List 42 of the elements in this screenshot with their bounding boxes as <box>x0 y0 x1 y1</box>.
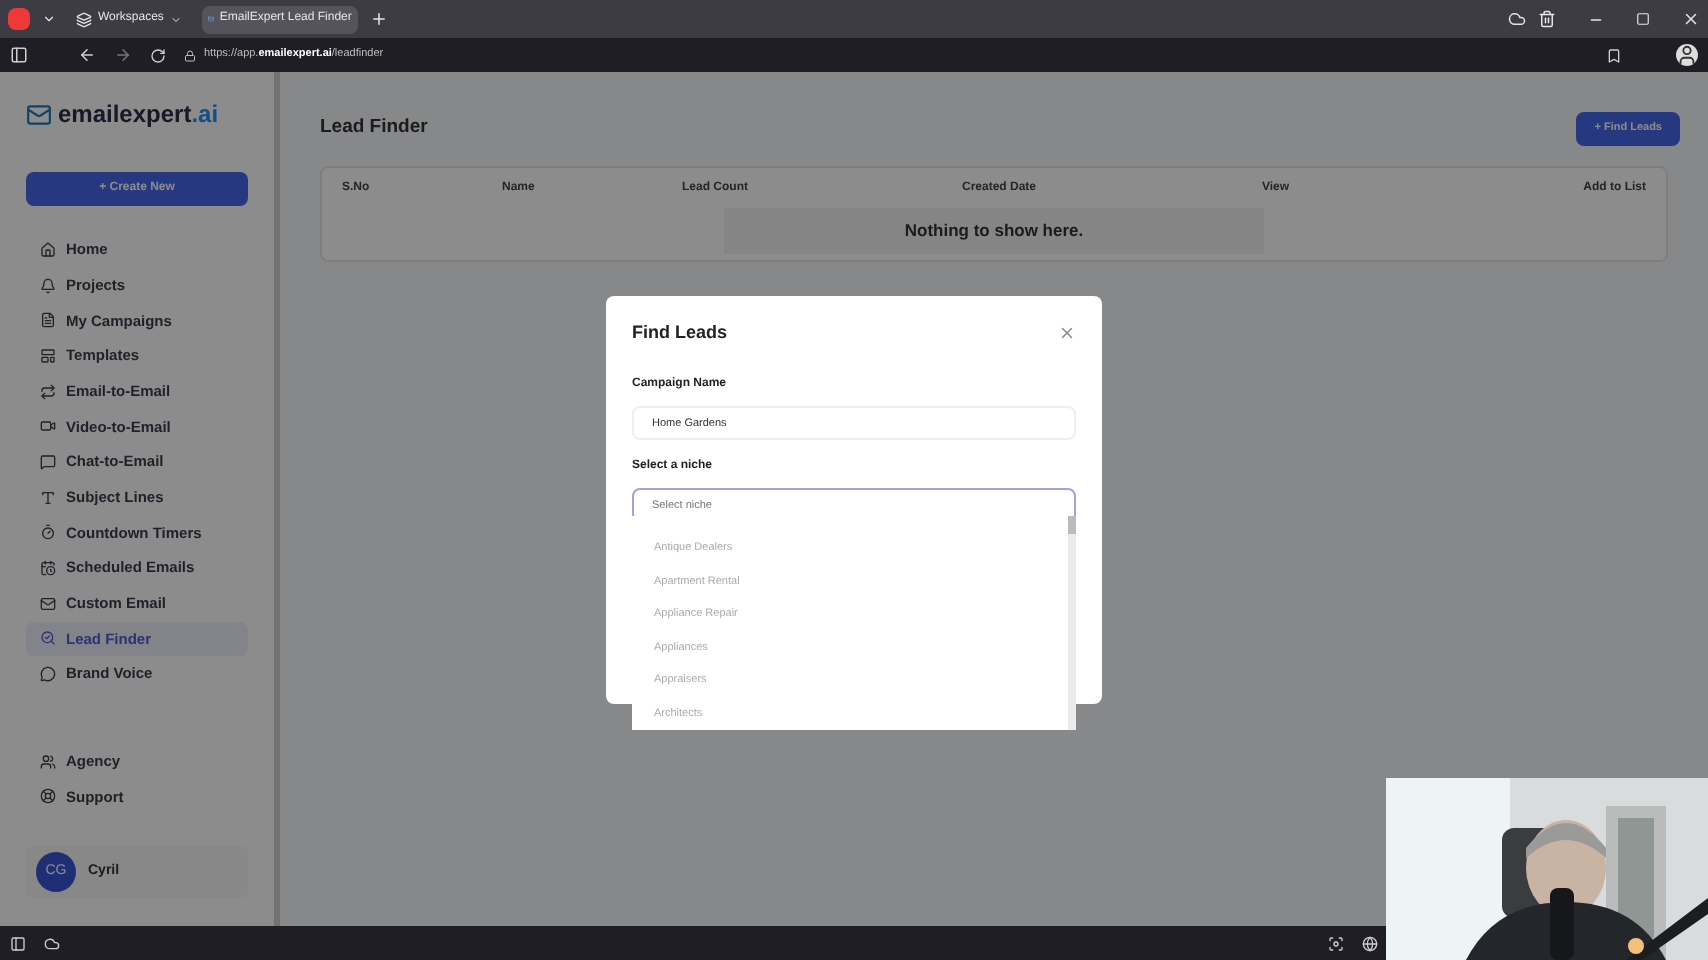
layers-icon <box>76 11 92 27</box>
caret-icon <box>169 13 182 25</box>
bookmark-icon[interactable] <box>1606 47 1622 63</box>
lifebuoy-icon <box>40 788 56 805</box>
bell-icon <box>40 277 56 294</box>
forward-icon[interactable] <box>114 46 132 64</box>
scrollbar-thumb[interactable] <box>1068 516 1076 534</box>
panel-icon[interactable] <box>10 935 26 951</box>
logo[interactable]: emailexpert.ai <box>26 96 274 132</box>
empty-message: Nothing to show here. <box>724 208 1264 254</box>
search-icon <box>40 630 56 647</box>
document-icon <box>40 312 56 329</box>
browser-logo-icon[interactable] <box>8 8 30 30</box>
new-tab-icon[interactable] <box>369 10 388 28</box>
maximize-icon[interactable] <box>1636 12 1650 26</box>
template-icon <box>40 347 56 364</box>
mail-icon <box>207 12 214 26</box>
timer-icon <box>40 524 56 541</box>
video-icon <box>40 418 56 435</box>
caret-icon[interactable] <box>42 12 56 26</box>
profile-icon[interactable] <box>1676 44 1698 66</box>
capture-icon[interactable] <box>1328 935 1344 951</box>
swap-icon <box>40 383 56 400</box>
cloud-icon[interactable] <box>1508 10 1526 28</box>
text-icon <box>40 489 56 506</box>
chat-icon <box>40 453 56 470</box>
reload-icon[interactable] <box>150 47 166 63</box>
back-icon[interactable] <box>78 46 96 64</box>
speech-bubble-icon <box>40 666 56 683</box>
page-title: Lead Finder <box>320 114 428 143</box>
home-icon <box>40 241 56 258</box>
cloud-icon[interactable] <box>44 935 60 951</box>
people-icon <box>40 753 56 770</box>
panel-icon[interactable] <box>10 46 28 64</box>
close-icon[interactable] <box>1682 10 1700 28</box>
calendar-icon <box>40 560 56 577</box>
globe-icon[interactable] <box>1362 935 1378 951</box>
logo-icon <box>26 101 52 127</box>
lock-icon <box>184 49 196 61</box>
dialog-title: Find Leads <box>632 320 728 346</box>
trash-icon[interactable] <box>1538 10 1556 28</box>
mail-icon <box>40 595 56 612</box>
